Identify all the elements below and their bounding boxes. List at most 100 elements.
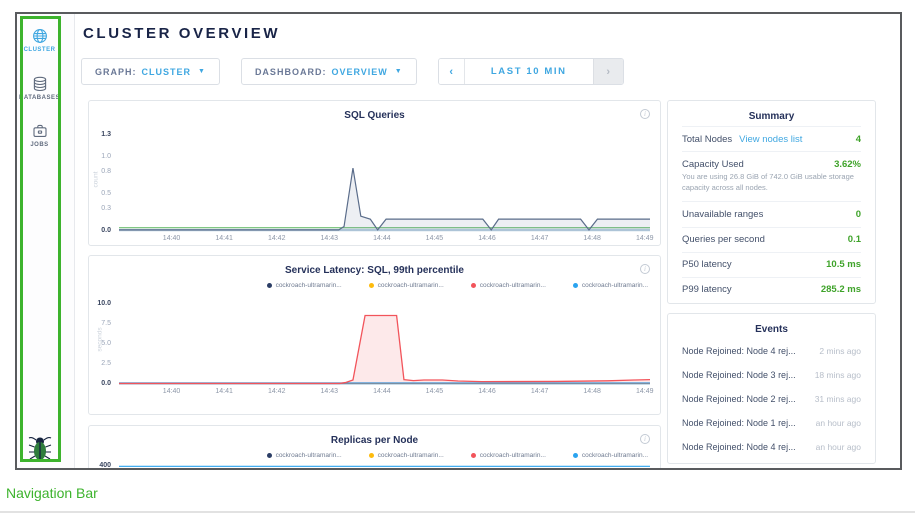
chart-plot-area[interactable]	[119, 298, 650, 384]
event-row: Node Rejoined: Node 4 rej... an hour ago	[682, 435, 861, 459]
summary-row-p99-latency: P99 latency 285.2 ms	[682, 277, 861, 302]
x-tick-label: 14:46	[478, 388, 496, 395]
time-range-value[interactable]: LAST 10 MIN	[465, 59, 593, 84]
dashboard-dropdown[interactable]: DASHBOARD: OVERVIEW ▼	[241, 58, 417, 85]
info-icon[interactable]: i	[640, 109, 650, 119]
event-time: 2 mins ago	[819, 346, 861, 356]
legend-item[interactable]: cockroach-ultramarin...	[573, 282, 648, 289]
x-tick-label: 14:45	[426, 388, 444, 395]
legend-item[interactable]: cockroach-ultramarin...	[267, 282, 342, 289]
graph-dropdown-value: CLUSTER	[142, 67, 192, 77]
database-icon	[32, 76, 48, 92]
legend-label: cockroach-ultramarin...	[378, 282, 444, 289]
summary-value: 3.62%	[834, 159, 861, 170]
event-row: Node Rejoined: Node 2 rej... 31 mins ago	[682, 387, 861, 411]
time-range-prev-button[interactable]: ‹	[439, 59, 465, 84]
chart-plot-area[interactable]	[119, 458, 650, 470]
summary-label: Capacity Used	[682, 159, 744, 170]
sidebar-item-label: CLUSTER	[17, 47, 62, 53]
x-tick-label: 14:43	[321, 235, 339, 242]
sidebar-item-label: JOBS	[17, 142, 62, 148]
graph-dropdown-label: GRAPH:	[95, 67, 137, 77]
sidebar-item-cluster[interactable]: CLUSTER	[17, 28, 62, 53]
bottom-divider	[0, 511, 915, 513]
summary-value: 10.5 ms	[826, 259, 861, 270]
x-tick-label: 14:48	[583, 388, 601, 395]
info-icon[interactable]: i	[640, 434, 650, 444]
event-row: Node Rejoined: Node 1 rej... an hour ago	[682, 411, 861, 435]
page-title: CLUSTER OVERVIEW	[83, 25, 280, 42]
legend-dot-icon	[369, 283, 374, 288]
x-tick-label: 14:44	[373, 235, 391, 242]
event-row: Node Rejoined: Node 3 rej... 18 mins ago	[682, 363, 861, 387]
x-tick-label: 14:49	[636, 388, 654, 395]
event-text[interactable]: Node Rejoined: Node 3 rej...	[682, 370, 796, 380]
chart-card-service-latency: Service Latency: SQL, 99th percentile i …	[88, 255, 661, 415]
events-panel: Events Node Rejoined: Node 4 rej... 2 mi…	[667, 313, 876, 464]
event-row: Node Rejoined: Node 4 rej... 2 mins ago	[682, 339, 861, 363]
time-range-picker: ‹ LAST 10 MIN ›	[438, 58, 624, 85]
legend-label: cockroach-ultramarin...	[276, 282, 342, 289]
event-text[interactable]: Node Rejoined: Node 1 rej...	[682, 418, 796, 428]
y-tick-label: 2.5	[101, 360, 111, 367]
sidebar-item-label: DATABASES	[17, 95, 62, 101]
cockroachdb-logo[interactable]	[28, 434, 52, 461]
x-tick-label: 14:43	[321, 388, 339, 395]
legend-item[interactable]: cockroach-ultramarin...	[471, 282, 546, 289]
x-tick-label: 14:41	[215, 388, 233, 395]
summary-row-total-nodes: Total Nodes View nodes list 4	[682, 126, 861, 151]
info-icon[interactable]: i	[640, 264, 650, 274]
summary-label: Total Nodes	[682, 134, 732, 145]
x-tick-label: 14:41	[215, 235, 233, 242]
chart-legend: cockroach-ultramarin... cockroach-ultram…	[267, 282, 648, 289]
legend-label: cockroach-ultramarin...	[582, 282, 648, 289]
sidebar: CLUSTER DATABASES JOBS	[17, 14, 75, 468]
legend-dot-icon	[573, 283, 578, 288]
event-text[interactable]: Node Rejoined: Node 2 rej...	[682, 394, 796, 404]
summary-value: 285.2 ms	[821, 284, 861, 295]
x-tick-label: 14:42	[268, 388, 286, 395]
time-range-next-button[interactable]: ›	[593, 59, 623, 84]
x-tick-label: 14:49	[636, 235, 654, 242]
summary-label: P99 latency	[682, 284, 732, 295]
chart-card-sql-queries: SQL Queries i 0.00.30.50.81.01.3count14:…	[88, 100, 661, 246]
graph-dropdown[interactable]: GRAPH: CLUSTER ▼	[81, 58, 220, 85]
legend-dot-icon	[471, 283, 476, 288]
y-tick-label: 1.0	[101, 153, 111, 160]
view-nodes-list-link[interactable]: View nodes list	[739, 134, 802, 145]
x-tick-label: 14:40	[163, 235, 181, 242]
sidebar-item-jobs[interactable]: JOBS	[17, 123, 62, 148]
x-tick-label: 14:47	[531, 388, 549, 395]
briefcase-icon	[32, 123, 48, 139]
event-time: an hour ago	[816, 418, 861, 428]
chart-title: Replicas per Node	[89, 435, 660, 446]
chevron-down-icon: ▼	[198, 68, 206, 75]
legend-dot-icon	[267, 283, 272, 288]
legend-label: cockroach-ultramarin...	[480, 282, 546, 289]
summary-title: Summary	[668, 101, 875, 126]
capacity-used-subtext: You are using 26.8 GiB of 742.0 GiB usab…	[682, 172, 861, 202]
event-text[interactable]: Node Rejoined: Node 4 rej...	[682, 442, 796, 452]
events-title: Events	[668, 314, 875, 339]
globe-icon	[32, 28, 48, 44]
y-tick-label: 0.5	[101, 190, 111, 197]
event-text[interactable]: Node Rejoined: Node 4 rej...	[682, 346, 796, 356]
summary-value: 4	[856, 134, 861, 145]
x-tick-label: 14:40	[163, 388, 181, 395]
controls-bar: GRAPH: CLUSTER ▼ DASHBOARD: OVERVIEW ▼ ‹…	[81, 58, 624, 85]
summary-row-queries-per-second: Queries per second 0.1	[682, 227, 861, 252]
app-window: CLUSTER DATABASES JOBS CLUSTER OVERVIEW …	[15, 12, 902, 470]
x-tick-label: 14:48	[583, 235, 601, 242]
page: CLUSTER DATABASES JOBS CLUSTER OVERVIEW …	[0, 0, 915, 517]
y-axis-unit-label: count	[92, 172, 99, 188]
y-tick-label: 1.3	[101, 131, 111, 138]
summary-label: Unavailable ranges	[682, 209, 763, 220]
y-tick-label: 0.3	[101, 205, 111, 212]
legend-item[interactable]: cockroach-ultramarin...	[369, 282, 444, 289]
chart-plot-area[interactable]	[119, 131, 650, 231]
event-time: 31 mins ago	[815, 394, 861, 404]
sidebar-item-databases[interactable]: DATABASES	[17, 76, 62, 101]
summary-label: P50 latency	[682, 259, 732, 270]
y-tick-label: 10.0	[97, 300, 111, 307]
dashboard-dropdown-label: DASHBOARD:	[255, 67, 327, 77]
